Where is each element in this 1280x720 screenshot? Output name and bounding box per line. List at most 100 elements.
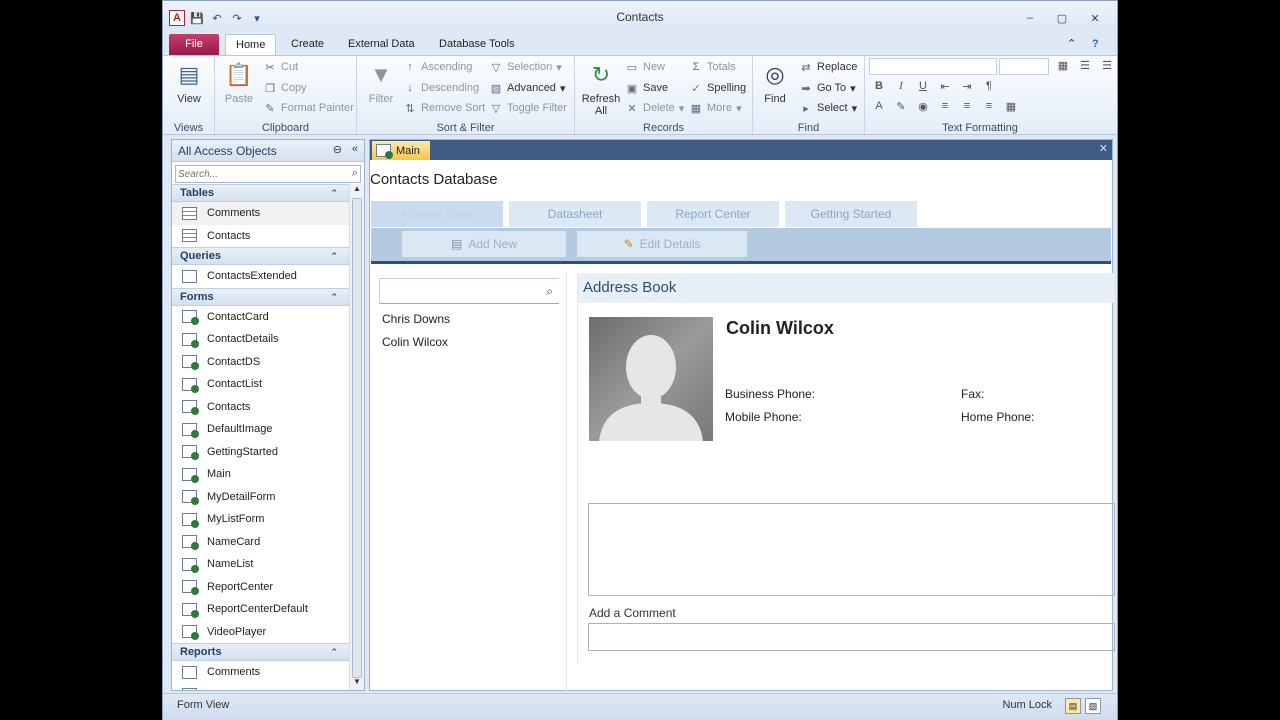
spelling-button[interactable]: ✓ Spelling: [689, 79, 746, 97]
paste-button[interactable]: 📋 Paste: [219, 60, 259, 105]
tab-main-form[interactable]: Main: [372, 141, 430, 160]
nav-item-videoplayer[interactable]: VideoPlayer: [172, 621, 350, 644]
scroll-thumb[interactable]: [352, 198, 362, 678]
advanced-button[interactable]: ▧ Advanced ▾: [489, 79, 566, 97]
scroll-up-icon[interactable]: ▲: [350, 184, 364, 197]
ascending-button[interactable]: ↑ Ascending: [403, 58, 472, 76]
nav-search-input[interactable]: [176, 166, 336, 182]
new-record-button[interactable]: ▭ New: [625, 58, 665, 76]
comment-input[interactable]: [588, 623, 1115, 651]
search-icon[interactable]: ⌕: [352, 167, 358, 180]
nav-item-namelist[interactable]: NameList: [172, 553, 350, 576]
tab-home[interactable]: Home: [225, 34, 277, 55]
minimize-ribbon-icon[interactable]: ⌃: [1067, 34, 1076, 55]
nav-scrollbar[interactable]: ▲ ▼: [349, 184, 364, 690]
scroll-down-icon[interactable]: ▼: [350, 677, 364, 690]
descending-button[interactable]: ↓ Descending: [403, 79, 479, 97]
nav-item-reportcenterdefault[interactable]: ReportCenterDefault: [172, 598, 350, 621]
collapse-category-icon[interactable]: ⌃: [330, 644, 338, 660]
bullets-icon[interactable]: ☰: [1077, 59, 1093, 72]
font-family-select[interactable]: [869, 58, 997, 75]
nav-item-contacts[interactable]: Contacts: [172, 396, 350, 419]
nav-item-namecard[interactable]: NameCard: [172, 531, 350, 554]
nav-item-comments[interactable]: Comments: [172, 202, 350, 225]
form-view-button[interactable]: ▤: [1065, 698, 1081, 714]
format-painter-button[interactable]: ✎ Format Painter: [263, 99, 353, 117]
goto-button[interactable]: ➡ Go To ▾: [799, 79, 855, 97]
increase-indent-icon[interactable]: ⇥: [959, 80, 975, 93]
nav-category-tables[interactable]: Tables ⌃: [172, 184, 350, 202]
help-icon[interactable]: ?: [1092, 34, 1099, 55]
fill-color-icon[interactable]: ◉: [915, 100, 931, 113]
minimize-icon[interactable]: –: [1019, 9, 1041, 27]
remove-sort-button[interactable]: ⇅ Remove Sort: [403, 99, 485, 117]
font-color-button[interactable]: A: [871, 100, 887, 113]
collapse-category-icon[interactable]: ⌃: [330, 289, 338, 305]
contact-search-box[interactable]: ⌕: [379, 278, 559, 304]
contact-list-item[interactable]: Colin Wilcox: [382, 335, 448, 349]
save-record-button[interactable]: ▣ Save: [625, 79, 668, 97]
find-button[interactable]: ◎ Find: [755, 60, 795, 105]
more-button[interactable]: ▦ More ▾: [689, 99, 742, 117]
nav-category-forms[interactable]: Forms ⌃: [172, 287, 350, 306]
form-tab-getting-started[interactable]: Getting Started: [785, 201, 917, 227]
align-center-icon[interactable]: ≡: [959, 100, 975, 113]
decrease-indent-icon[interactable]: ⇤: [937, 80, 953, 93]
tab-file[interactable]: File: [169, 34, 219, 55]
collapse-pane-icon[interactable]: «: [352, 143, 358, 155]
nav-item-gettingstarted[interactable]: GettingStarted: [172, 441, 350, 464]
nav-item-defaultimage[interactable]: DefaultImage: [172, 418, 350, 441]
nav-item-contactlist[interactable]: ContactList: [172, 373, 350, 396]
selection-button[interactable]: ▽ Selection ▾: [489, 58, 562, 76]
font-size-select[interactable]: [999, 58, 1049, 75]
search-icon[interactable]: ⌕: [546, 284, 553, 299]
align-left-icon[interactable]: ≡: [937, 100, 953, 113]
highlight-icon[interactable]: ✎: [893, 100, 909, 113]
nav-item-mydetailform[interactable]: MyDetailForm: [172, 486, 350, 509]
align-right-icon[interactable]: ≡: [981, 100, 997, 113]
refresh-all-button[interactable]: ↻ Refresh All: [579, 60, 623, 117]
nav-item-contactaddressbook[interactable]: ContactAddressBook: [172, 684, 350, 690]
contact-list-item[interactable]: Chris Downs: [382, 312, 450, 326]
replace-button[interactable]: ⇄ Replace: [799, 58, 857, 76]
form-tab-datasheet[interactable]: Datasheet: [509, 201, 641, 227]
tab-external-data[interactable]: External Data: [338, 34, 425, 55]
edit-details-button[interactable]: ✎ Edit Details: [577, 231, 747, 257]
collapse-category-icon[interactable]: ⌃: [330, 185, 338, 201]
close-document-icon[interactable]: ✕: [1099, 142, 1108, 155]
maximize-icon[interactable]: ▢: [1051, 9, 1073, 27]
numbering-icon[interactable]: ☰: [1099, 59, 1115, 72]
add-new-button[interactable]: ▤ Add New: [402, 231, 566, 257]
nav-item-reportcenter[interactable]: ReportCenter: [172, 576, 350, 599]
nav-dropdown-icon[interactable]: ⊖: [333, 143, 342, 156]
nav-item-main[interactable]: Main: [172, 463, 350, 486]
select-button[interactable]: ▸ Select ▾: [799, 99, 857, 117]
notes-field[interactable]: [588, 503, 1115, 596]
bold-button[interactable]: B: [871, 80, 887, 93]
nav-item-comments[interactable]: Comments: [172, 661, 350, 684]
close-icon[interactable]: ✕: [1084, 9, 1106, 27]
toggle-filter-button[interactable]: ▽ Toggle Filter: [489, 99, 567, 117]
alt-row-color-icon[interactable]: ▦: [1003, 100, 1019, 113]
nav-item-mylistform[interactable]: MyListForm: [172, 508, 350, 531]
copy-button[interactable]: ❐ Copy: [263, 79, 307, 97]
nav-item-contactsextended[interactable]: ContactsExtended: [172, 265, 350, 288]
form-tab-report-center[interactable]: Report Center: [647, 201, 779, 227]
nav-item-contactds[interactable]: ContactDS: [172, 351, 350, 374]
gridlines-icon[interactable]: ▦: [1055, 59, 1071, 72]
form-tab-address-book[interactable]: Address Book: [371, 201, 503, 227]
nav-item-contactdetails[interactable]: ContactDetails: [172, 328, 350, 351]
filter-button[interactable]: ▼ Filter: [361, 60, 401, 105]
nav-pane-header[interactable]: All Access Objects ⊖ «: [172, 140, 364, 162]
tab-create[interactable]: Create: [281, 34, 334, 55]
nav-item-contacts[interactable]: Contacts: [172, 225, 350, 248]
totals-button[interactable]: Σ Totals: [689, 58, 736, 76]
delete-record-button[interactable]: ✕ Delete ▾: [625, 99, 684, 117]
nav-category-queries[interactable]: Queries ⌃: [172, 247, 350, 265]
rtl-icon[interactable]: ¶: [981, 80, 997, 93]
design-view-button[interactable]: ▧: [1085, 698, 1101, 714]
tab-database-tools[interactable]: Database Tools: [429, 34, 525, 55]
cut-button[interactable]: ✂ Cut: [263, 58, 298, 76]
contact-photo[interactable]: [589, 317, 713, 441]
view-button[interactable]: ▤ View: [169, 60, 209, 105]
